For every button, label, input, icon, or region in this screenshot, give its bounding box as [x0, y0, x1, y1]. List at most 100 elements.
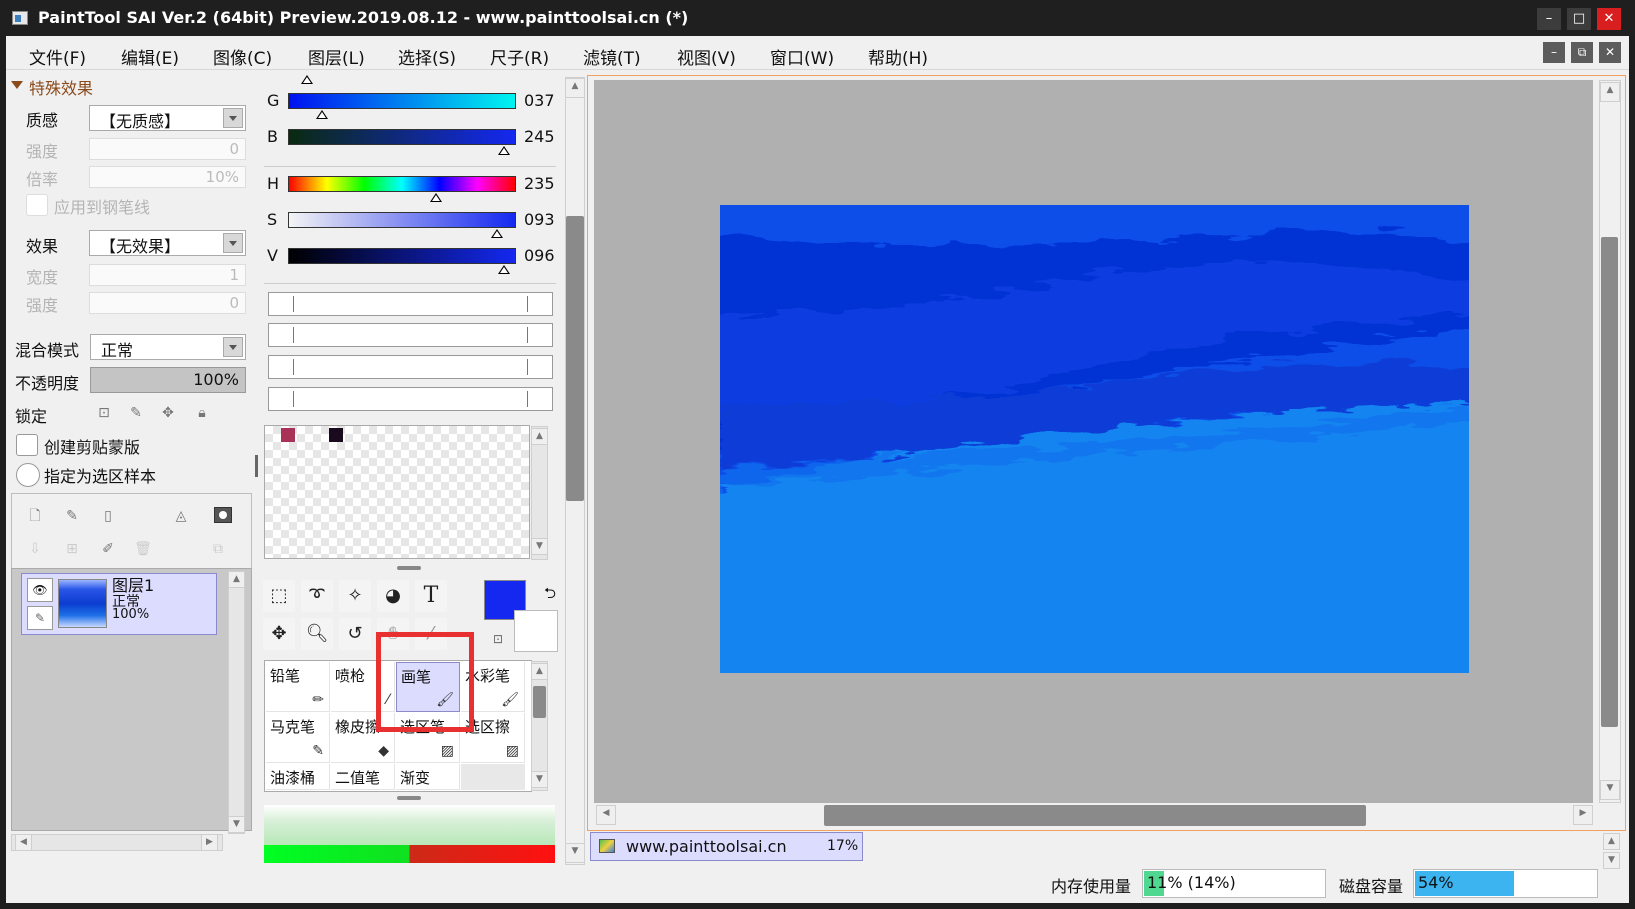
- swap-colors-icon[interactable]: ⮌︎: [544, 583, 556, 608]
- mixer-slider-4[interactable]: [268, 387, 553, 411]
- transfer-down-icon[interactable]: ⇩: [22, 536, 48, 562]
- menu-layer[interactable]: 图层(L): [308, 44, 365, 69]
- scroll-up-icon[interactable]: ▲: [565, 78, 585, 98]
- blend-mode-select[interactable]: 正常: [90, 334, 246, 360]
- lock-paint-icon[interactable]: ✎: [123, 400, 149, 426]
- clear-layer-icon[interactable]: ✐: [95, 536, 121, 562]
- transparent-color-icon[interactable]: ⊡: [490, 632, 506, 648]
- scroll-right-icon[interactable]: ▶: [1573, 805, 1593, 825]
- scroll-left-icon[interactable]: ◀: [596, 805, 616, 825]
- text-tool-icon[interactable]: T: [415, 580, 447, 612]
- scale-input[interactable]: 10%: [89, 166, 246, 188]
- strength-input[interactable]: 0: [89, 138, 246, 160]
- shape-icon[interactable]: ◕: [377, 580, 409, 612]
- apply-pen-checkbox[interactable]: [26, 194, 48, 216]
- g-slider-marker[interactable]: [316, 110, 328, 119]
- g-value[interactable]: 037: [524, 91, 555, 110]
- maximize-button[interactable]: □: [1567, 8, 1591, 30]
- v-value[interactable]: 096: [524, 246, 555, 265]
- menu-image[interactable]: 图像(C): [213, 44, 272, 69]
- mixer-slider-2[interactable]: [268, 323, 553, 347]
- scroll-down-icon[interactable]: ▼: [1603, 852, 1620, 869]
- effects-section-header[interactable]: 特殊效果: [29, 75, 93, 99]
- scroll-down-icon[interactable]: ▼: [531, 771, 548, 788]
- swatch-palette[interactable]: [264, 425, 530, 559]
- brush-binary-pen[interactable]: 二值笔: [331, 764, 395, 790]
- lock-all-icon[interactable]: 🔒︎: [189, 400, 215, 426]
- splitter-handle[interactable]: [397, 796, 421, 800]
- drawing-canvas[interactable]: [720, 205, 1469, 673]
- scroll-thumb[interactable]: [824, 805, 1366, 826]
- b-slider[interactable]: [288, 129, 516, 145]
- v-slider-marker[interactable]: [498, 265, 510, 274]
- move-icon[interactable]: ✥: [263, 618, 295, 650]
- opacity-slider[interactable]: 100%: [90, 367, 246, 393]
- layer-list-scrollbar[interactable]: [228, 571, 245, 834]
- s-slider[interactable]: [288, 212, 516, 228]
- menu-ruler[interactable]: 尺子(R): [490, 44, 549, 69]
- apply-mask-icon[interactable]: ⧉: [205, 536, 231, 562]
- scroll-down-icon[interactable]: ▼: [228, 816, 245, 833]
- menu-select[interactable]: 选择(S): [398, 44, 456, 69]
- magic-wand-icon[interactable]: ✧: [339, 580, 371, 612]
- texture-select[interactable]: 【无质感】: [89, 105, 246, 131]
- menu-edit[interactable]: 编辑(E): [121, 44, 179, 69]
- clipping-mask-checkbox[interactable]: [16, 434, 38, 456]
- collapse-arrow-icon[interactable]: [11, 81, 23, 89]
- b-value[interactable]: 245: [524, 127, 555, 146]
- doc-restore-button[interactable]: ⧉: [1571, 42, 1593, 63]
- sub-color-swatch[interactable]: [514, 610, 558, 652]
- menu-window[interactable]: 窗口(W): [770, 44, 834, 69]
- lock-transparency-icon[interactable]: ⊡: [91, 400, 117, 426]
- r-slider-marker[interactable]: [301, 75, 313, 84]
- s-slider-marker[interactable]: [491, 229, 503, 238]
- h-slider-marker[interactable]: [430, 193, 442, 202]
- scroll-thumb[interactable]: [533, 686, 546, 718]
- mixer-slider-3[interactable]: [268, 355, 553, 379]
- swatch-1[interactable]: [281, 428, 295, 442]
- scroll-thumb[interactable]: [566, 216, 584, 501]
- brush-size-bar[interactable]: [264, 845, 555, 863]
- scroll-down-icon[interactable]: ▼: [565, 843, 585, 863]
- b-slider-marker[interactable]: [498, 146, 510, 155]
- menu-file[interactable]: 文件(F): [29, 44, 86, 69]
- scroll-right-icon[interactable]: ▶: [201, 834, 218, 851]
- strength2-input[interactable]: 0: [89, 292, 246, 314]
- layer-list-hscrollbar[interactable]: [11, 834, 223, 851]
- g-slider[interactable]: [288, 93, 516, 109]
- brush-marker[interactable]: 马克笔 ✎: [266, 713, 330, 763]
- width-input[interactable]: 1: [89, 264, 246, 286]
- edit-pen-icon[interactable]: ✎: [27, 606, 53, 630]
- effect-select[interactable]: 【无效果】: [89, 230, 246, 256]
- new-vector-layer-icon[interactable]: ✎: [59, 503, 85, 529]
- minimize-button[interactable]: –: [1537, 8, 1561, 30]
- menu-filter[interactable]: 滤镜(T): [583, 44, 641, 69]
- scroll-up-icon[interactable]: ▲: [531, 428, 548, 445]
- brush-pencil[interactable]: 铅笔 ✏︎: [266, 662, 330, 712]
- scroll-up-icon[interactable]: ▲: [228, 571, 245, 588]
- scroll-up-icon[interactable]: ▲: [531, 663, 548, 680]
- layer-effect-icon[interactable]: ◬: [168, 503, 194, 529]
- close-button[interactable]: ✕: [1597, 8, 1621, 30]
- document-tab[interactable]: www.painttoolsai.cn 17%: [590, 832, 863, 861]
- v-slider[interactable]: [288, 248, 516, 264]
- scroll-up-icon[interactable]: ▲: [1600, 82, 1620, 102]
- scroll-down-icon[interactable]: ▼: [531, 538, 548, 555]
- eye-icon[interactable]: 👁︎: [27, 578, 53, 602]
- scroll-thumb[interactable]: [1601, 237, 1618, 727]
- scroll-left-icon[interactable]: ◀: [15, 834, 32, 851]
- lock-move-icon[interactable]: ✥: [155, 400, 181, 426]
- h-slider[interactable]: [288, 176, 516, 192]
- mask-icon[interactable]: [214, 507, 232, 523]
- new-layer-icon[interactable]: 🗋︎: [22, 503, 48, 529]
- zoom-icon[interactable]: 🔍︎: [301, 618, 333, 650]
- delete-layer-icon[interactable]: 🗑︎: [130, 536, 156, 562]
- doc-minimize-button[interactable]: –: [1543, 42, 1565, 63]
- selection-sample-radio[interactable]: [16, 463, 40, 487]
- rect-select-icon[interactable]: ⬚: [263, 580, 295, 612]
- menu-help[interactable]: 帮助(H): [868, 44, 928, 69]
- swatch-2[interactable]: [329, 428, 343, 442]
- brush-bucket[interactable]: 油漆桶: [266, 764, 330, 790]
- rotate-icon[interactable]: ↺: [339, 618, 371, 650]
- doc-close-button[interactable]: ✕: [1599, 42, 1621, 63]
